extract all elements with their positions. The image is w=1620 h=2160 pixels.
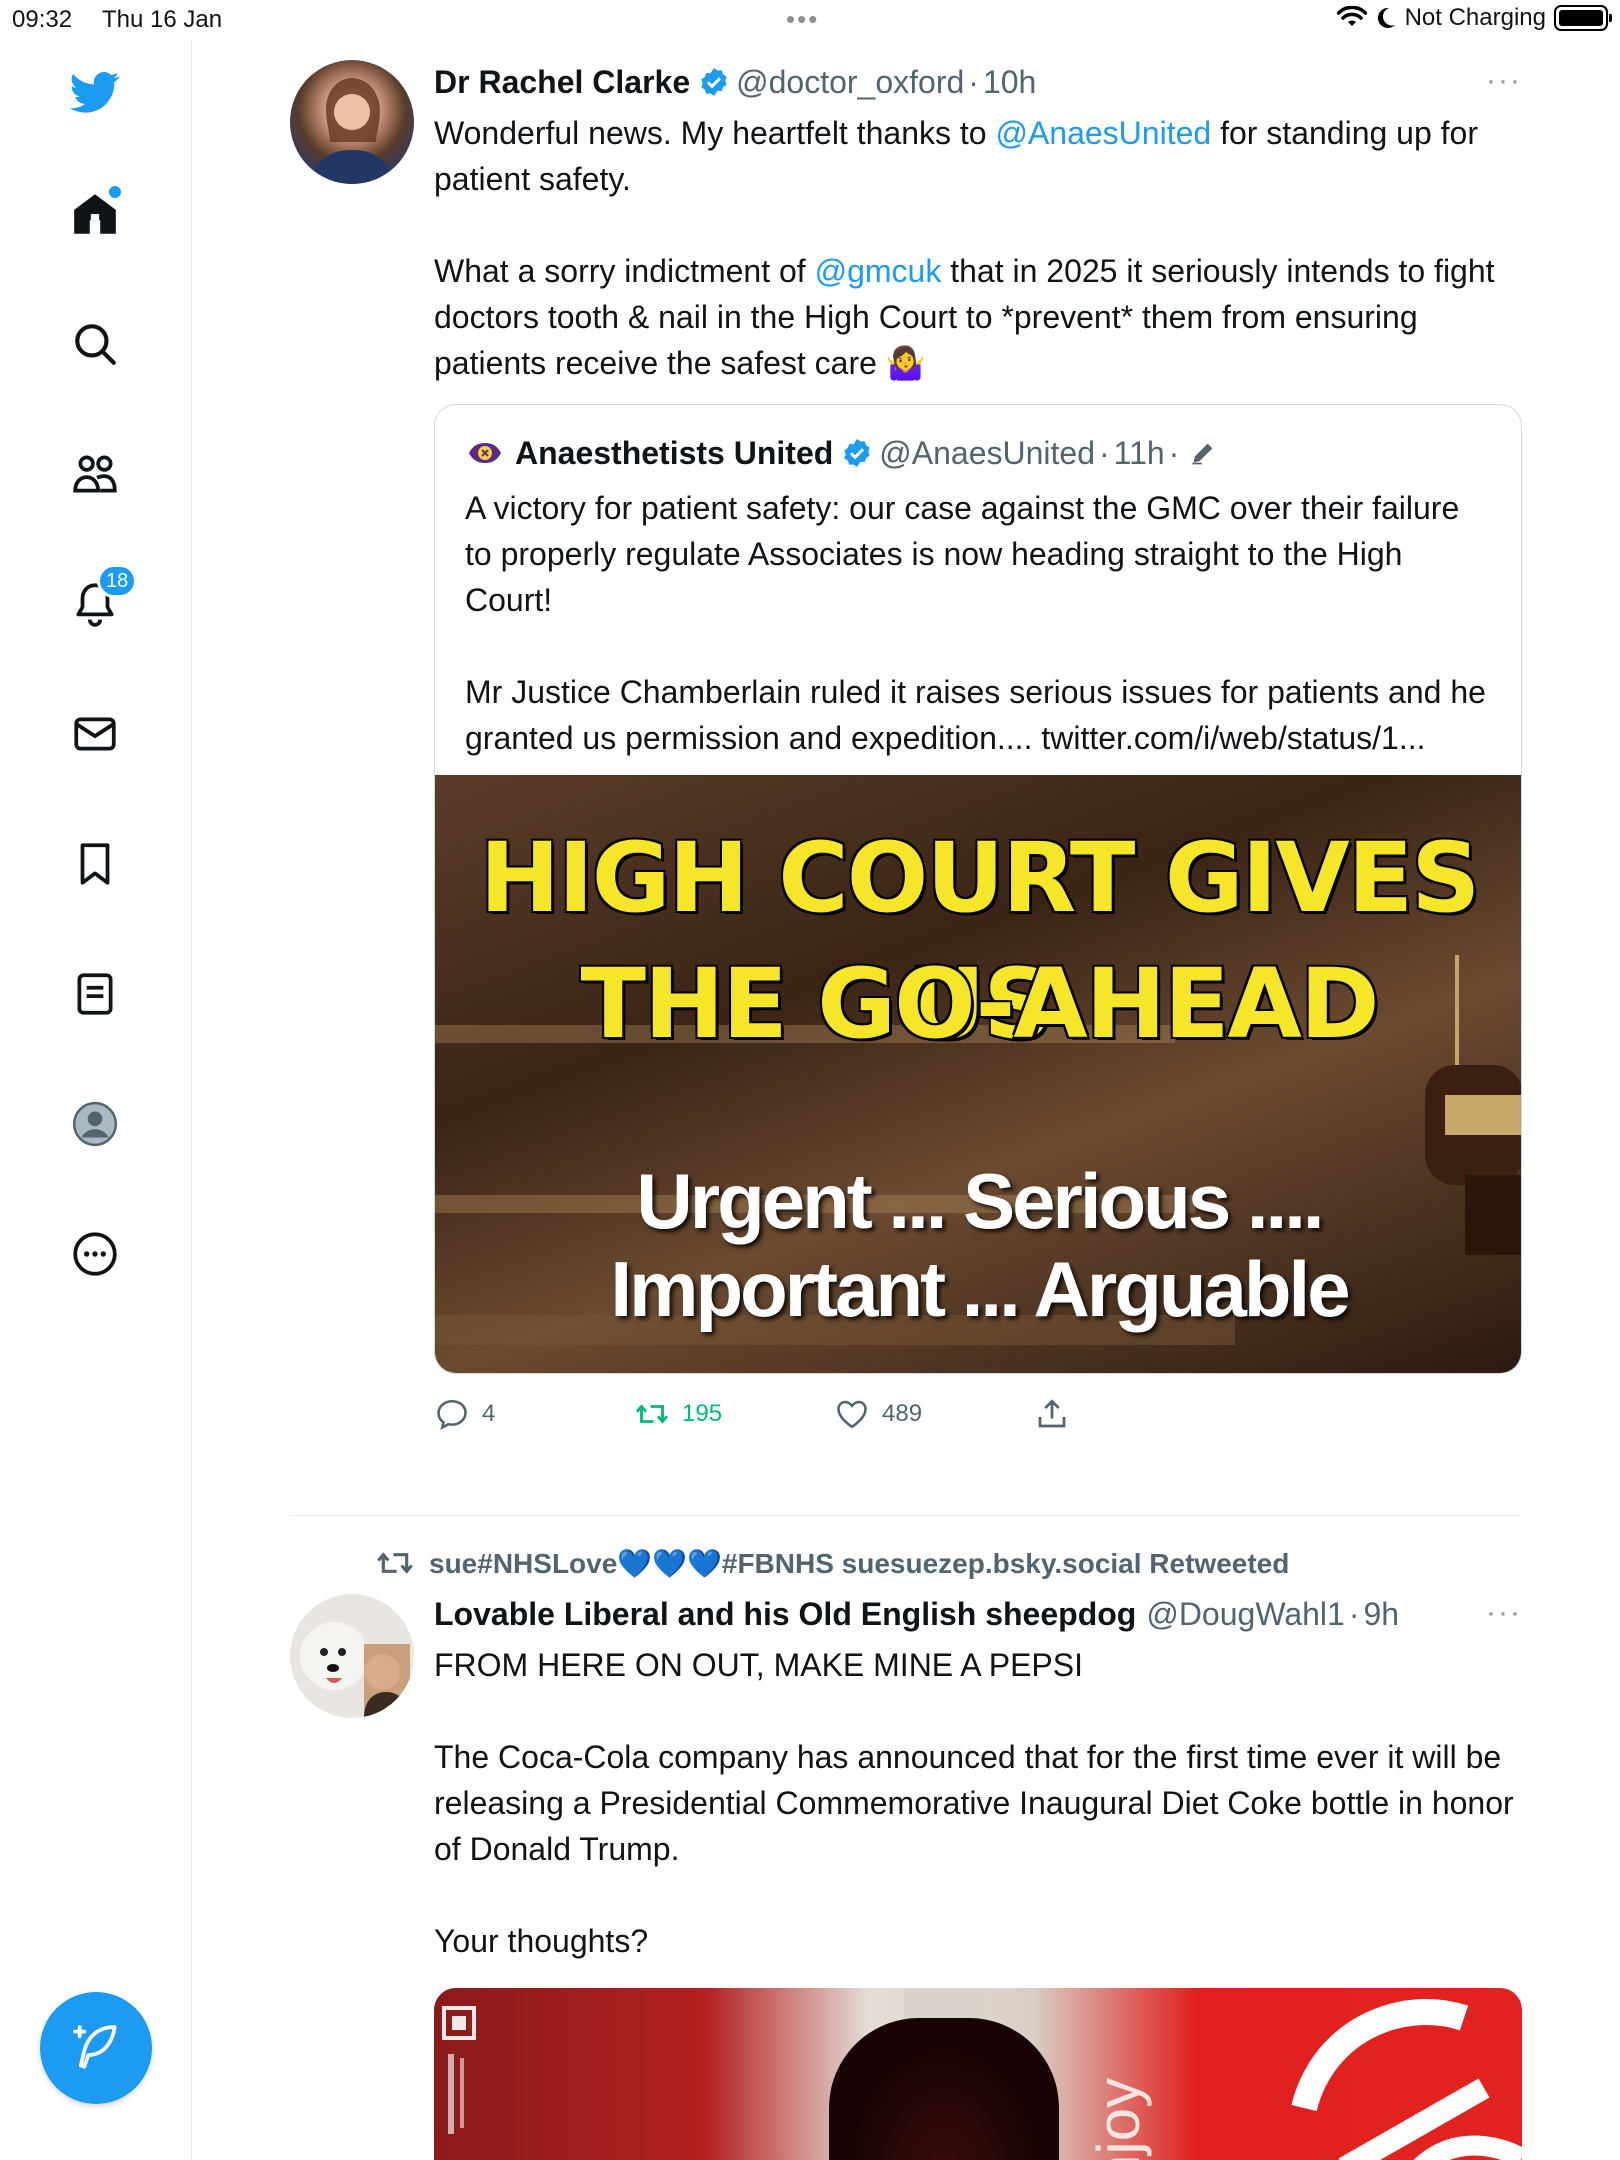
quoted-author-avatar-icon[interactable] — [465, 433, 505, 473]
quoted-paragraph: Mr Justice Chamberlain ruled it raises s… — [465, 674, 1486, 756]
timestamp[interactable]: 9h — [1363, 1596, 1399, 1633]
tweet-paragraph: The Coca-Cola company has announced that… — [434, 1739, 1514, 1867]
tweet-divider — [290, 1515, 1522, 1516]
tweet-text: FROM HERE ON OUT, MAKE MINE A PEPSI The … — [434, 1642, 1522, 1964]
quoted-tweet-text: A victory for patient safety: our case a… — [465, 485, 1491, 761]
more-options-icon[interactable]: ··· — [1486, 1596, 1522, 1630]
notifications-badge: 18 — [97, 564, 138, 598]
avatar[interactable] — [290, 60, 414, 184]
quoted-tweet-image[interactable]: HIGH COURT GIVES US THE GO-AHEAD Urgent … — [435, 775, 1521, 1373]
retweet-icon — [377, 1552, 413, 1574]
multitasking-dots-icon[interactable]: ••• — [786, 4, 819, 35]
lists-icon[interactable] — [67, 966, 123, 1022]
compose-tweet-button[interactable] — [40, 1992, 152, 2104]
author-handle[interactable]: @doctor_oxford — [736, 64, 964, 101]
image-subtitle-line1: Urgent ... Serious .... — [636, 1157, 1324, 1245]
home-unread-dot — [109, 186, 121, 198]
retweeted-by-line[interactable]: sue#NHSLove💙💙💙#FBNHS suesuezep.bsky.soci… — [375, 1543, 1289, 1583]
heart-icon — [837, 1400, 867, 1429]
tweet-actions: 4 195 489 — [434, 1390, 1522, 1438]
share-button[interactable] — [1034, 1396, 1234, 1432]
home-icon[interactable] — [67, 186, 123, 242]
notifications-icon[interactable]: 18 — [67, 564, 138, 632]
reply-icon — [437, 1399, 467, 1430]
status-bar: 09:32 Thu 16 Jan ••• Not Charging — [0, 0, 1620, 40]
twitter-logo-icon[interactable] — [67, 64, 123, 120]
coke-bottle-image — [829, 2018, 1059, 2160]
edited-pencil-icon — [1192, 443, 1213, 465]
reply-count: 4 — [482, 1400, 496, 1427]
tweet-header: Dr Rachel Clarke @doctor_oxford · 10h — [434, 60, 1522, 104]
qr-code-icon — [442, 2006, 476, 2134]
wifi-icon — [1336, 6, 1367, 26]
quoted-author-name[interactable]: Anaesthetists United — [515, 435, 833, 472]
bookmarks-icon[interactable] — [67, 836, 123, 892]
separator-dot: · — [968, 63, 979, 100]
retweeted-by-text: sue#NHSLove💙💙💙#FBNHS suesuezep.bsky.soci… — [429, 1547, 1290, 1579]
quoted-tweet[interactable]: Anaesthetists United @AnaesUnited · 11h … — [434, 404, 1522, 1374]
tweet-image[interactable]: njoy — [434, 1988, 1522, 2160]
quoted-paragraph: A victory for patient safety: our case a… — [465, 490, 1460, 618]
do-not-disturb-moon-icon — [1377, 7, 1395, 28]
coke-logo-fragment-icon — [1291, 1999, 1522, 2160]
search-icon[interactable] — [67, 316, 123, 372]
profile-icon[interactable] — [67, 1096, 123, 1152]
like-count: 489 — [882, 1400, 923, 1427]
verified-badge-icon — [701, 68, 727, 96]
separator-dot: · — [1348, 1595, 1360, 1632]
status-right: Not Charging — [1336, 4, 1612, 32]
retweet-count: 195 — [682, 1400, 723, 1427]
tweet-paragraph: FROM HERE ON OUT, MAKE MINE A PEPSI — [434, 1647, 1083, 1683]
retweet-button[interactable]: 195 — [634, 1396, 834, 1432]
quoted-timestamp[interactable]: 11h — [1114, 435, 1165, 472]
timestamp[interactable]: 10h — [983, 64, 1036, 101]
tweet-text-segment: What a sorry indictment of — [434, 253, 815, 289]
verified-badge-icon — [844, 439, 870, 467]
reply-button[interactable]: 4 — [434, 1396, 634, 1432]
tweet-header: Lovable Liberal and his Old English shee… — [434, 1592, 1522, 1636]
battery-status-text: Not Charging — [1404, 4, 1546, 31]
status-date: Thu 16 Jan — [102, 6, 223, 33]
author-name[interactable]: Dr Rachel Clarke — [434, 64, 690, 101]
status-time: 09:32 — [12, 6, 73, 33]
tweet-paragraph: Your thoughts? — [434, 1923, 649, 1959]
image-headline-line2: THE GO-AHEAD — [580, 948, 1379, 1060]
mention-link[interactable]: @AnaesUnited — [995, 115, 1211, 151]
tweet-text: Wonderful news. My heartfelt thanks to @… — [434, 110, 1522, 386]
image-subtitle-line2: Important ... Arguable — [610, 1245, 1350, 1333]
separator-dot: · — [1099, 434, 1110, 471]
image-text: njoy — [1085, 2077, 1152, 2160]
avatar[interactable] — [290, 1594, 414, 1718]
sidebar: 18 — [0, 40, 192, 2160]
compose-tweet-icon — [73, 2025, 117, 2069]
like-button[interactable]: 489 — [834, 1396, 1034, 1432]
messages-icon[interactable] — [67, 706, 123, 762]
communities-icon[interactable] — [67, 446, 123, 502]
share-icon — [1038, 1399, 1066, 1428]
retweet-icon — [635, 1404, 669, 1424]
separator-dot: · — [1168, 434, 1180, 471]
battery-icon — [1554, 5, 1612, 31]
author-name[interactable]: Lovable Liberal and his Old English shee… — [434, 1596, 1136, 1633]
mention-link[interactable]: @gmcuk — [815, 253, 942, 289]
quoted-tweet-header: Anaesthetists United @AnaesUnited · 11h … — [465, 431, 1491, 475]
more-options-icon[interactable]: ··· — [1486, 64, 1522, 98]
quoted-author-handle[interactable]: @AnaesUnited — [879, 435, 1095, 472]
more-icon[interactable] — [67, 1226, 123, 1282]
author-handle[interactable]: @DougWahl1 — [1146, 1596, 1345, 1633]
tweet-text-segment: Wonderful news. My heartfelt thanks to — [434, 115, 996, 151]
